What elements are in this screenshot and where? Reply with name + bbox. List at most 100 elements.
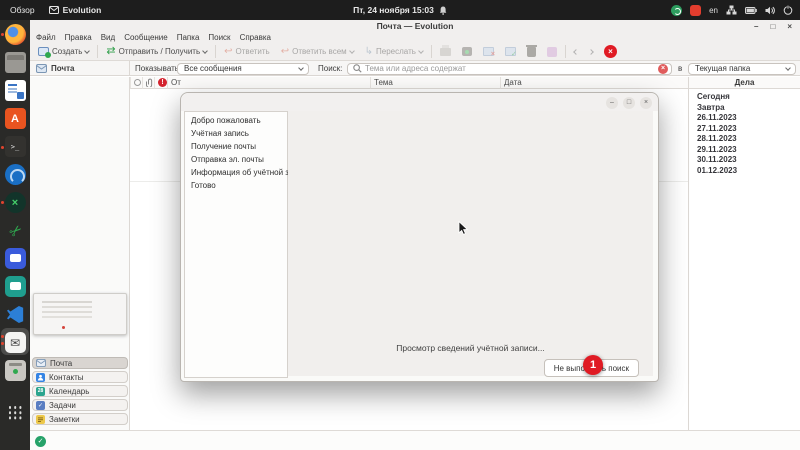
reply-all-button[interactable]: ↩ Ответить всем (278, 45, 357, 58)
switcher-tasks-button[interactable]: ✓ Задачи (32, 399, 128, 411)
task-group-row[interactable]: 26.11.2023 (689, 113, 800, 124)
next-message-button[interactable] (586, 48, 596, 56)
from-column-header[interactable]: От (168, 77, 371, 89)
online-status-icon[interactable]: ✓ (35, 436, 46, 447)
running-dot (1, 33, 4, 36)
menu-view[interactable]: Вид (101, 33, 115, 42)
toolbar: Создать ⇄ Отправить / Получить ↩ Ответит… (30, 43, 800, 61)
switcher-contacts-button[interactable]: Контакты (32, 371, 128, 383)
date-column-header[interactable]: Дата (501, 77, 688, 89)
activities-button[interactable]: Обзор (10, 5, 35, 15)
ubuntu-software-icon[interactable]: A (5, 108, 26, 129)
search-scope-dropdown[interactable]: Текущая папка (688, 63, 796, 75)
forward-icon: ↳ (365, 47, 373, 56)
desktop: Обзор Evolution Пт, 24 ноября 15:03 en (0, 0, 800, 450)
libreoffice-writer-icon[interactable] (5, 80, 26, 101)
evolution-dock-icon[interactable]: ✉ (5, 332, 26, 353)
contacts-icon (36, 373, 45, 382)
clear-search-icon[interactable]: × (658, 64, 668, 74)
folder-pane-spacer (30, 77, 130, 89)
messaging-app-icon[interactable] (5, 276, 26, 297)
vscode-icon[interactable] (5, 304, 26, 325)
tasks-pane-header: Дела (688, 77, 800, 89)
mail-app-icon (49, 6, 59, 14)
important-column-header[interactable]: ! (155, 77, 168, 89)
terminal-icon[interactable]: >_ (5, 136, 26, 157)
print-button[interactable] (437, 46, 454, 58)
chat-app-icon[interactable] (5, 248, 26, 269)
notification-bell-icon (439, 6, 447, 15)
attachment-column-header[interactable] (143, 77, 155, 89)
keyboard-layout-indicator[interactable]: en (709, 6, 718, 15)
wizard-step-sending: Отправка эл. почты (185, 153, 287, 166)
reply-button[interactable]: ↩ Ответить (221, 45, 273, 58)
dialog-titlebar[interactable]: – □ × (181, 93, 658, 111)
dialog-maximize-button[interactable]: □ (623, 97, 635, 109)
delete-button[interactable] (524, 45, 539, 59)
screenshot-tool-icon[interactable]: ✂ (0, 216, 30, 246)
switcher-calendar-button[interactable]: 28 Календарь (32, 385, 128, 397)
mail-header-label: Почта (51, 64, 74, 73)
menu-file[interactable]: Файл (36, 33, 56, 42)
mark-button[interactable] (544, 45, 560, 59)
archive-button[interactable] (459, 45, 475, 58)
clock-menu[interactable]: Пт, 24 ноября 15:03 (353, 0, 447, 20)
wired-network-icon (726, 5, 737, 15)
menu-search[interactable]: Поиск (208, 33, 230, 42)
folder-tree-pane[interactable]: Почта Контакты 28 Календарь ✓ Задачи (30, 89, 130, 430)
system-status-area[interactable]: en (671, 0, 793, 20)
files-icon[interactable] (5, 52, 26, 73)
minimize-button[interactable]: – (754, 20, 758, 33)
menu-help[interactable]: Справка (240, 33, 271, 42)
task-group-row[interactable]: 29.11.2023 (689, 145, 800, 156)
dialog-close-button[interactable]: × (640, 97, 652, 109)
menu-edit[interactable]: Правка (65, 33, 92, 42)
new-message-button[interactable]: Создать (35, 45, 92, 58)
annotation-badge-1[interactable]: 1 (583, 355, 603, 375)
subject-column-header[interactable]: Тема (371, 77, 501, 89)
task-group-row[interactable]: 27.11.2023 (689, 124, 800, 135)
menu-folder[interactable]: Папка (177, 33, 200, 42)
send-receive-icon: ⇄ (106, 47, 115, 56)
window-preview-thumbnail (33, 293, 127, 335)
terminal-prompt: >_ (11, 143, 19, 151)
send-receive-button[interactable]: ⇄ Отправить / Получить (103, 45, 210, 58)
window-titlebar[interactable]: Почта — Evolution – □ × (30, 20, 800, 32)
search-input[interactable] (365, 64, 655, 73)
close-button[interactable]: × (787, 20, 792, 33)
ubuntu-dock: A >_ × ✂ ✉ (0, 20, 30, 450)
switcher-mail-button[interactable]: Почта (32, 357, 128, 369)
separator (97, 45, 98, 58)
previous-message-button[interactable] (571, 48, 581, 56)
task-group-row[interactable]: 01.12.2023 (689, 166, 800, 177)
x2go-icon[interactable]: × (5, 192, 26, 213)
firefox-icon[interactable] (5, 24, 26, 45)
filter-search-bar: Почта Показывать: Все сообщения Поиск: ×… (30, 61, 800, 76)
mark-junk-button[interactable]: × (480, 45, 497, 58)
select-column-header[interactable] (130, 77, 143, 89)
switcher-memos-label: Заметки (49, 415, 80, 424)
green-app-indicator-icon[interactable] (671, 5, 682, 16)
remmina-icon[interactable] (5, 164, 26, 185)
tasks-pane[interactable]: Сегодня Завтра 26.11.2023 27.11.2023 28.… (688, 89, 800, 430)
cancel-operation-button[interactable]: × (601, 43, 620, 60)
task-group-row[interactable]: 30.11.2023 (689, 155, 800, 166)
task-group-row[interactable]: 28.11.2023 (689, 134, 800, 145)
task-group-row[interactable]: Завтра (689, 103, 800, 114)
trash-icon[interactable] (5, 360, 26, 381)
message-filter-dropdown[interactable]: Все сообщения (177, 63, 309, 75)
menu-message[interactable]: Сообщение (124, 33, 168, 42)
mark-not-junk-button[interactable]: ✓ (502, 45, 519, 58)
dialog-minimize-button[interactable]: – (606, 97, 618, 109)
memos-icon (36, 415, 45, 424)
app-grid-icon[interactable] (5, 402, 26, 423)
gnome-top-bar: Обзор Evolution Пт, 24 ноября 15:03 en (0, 0, 800, 20)
switcher-memos-button[interactable]: Заметки (32, 413, 128, 425)
task-group-row[interactable]: Сегодня (689, 92, 800, 103)
search-label: Поиск: (318, 61, 342, 76)
forward-button[interactable]: ↳ Переслать (362, 45, 426, 58)
red-app-indicator-icon[interactable] (690, 5, 701, 16)
focused-app-menu[interactable]: Evolution (49, 5, 102, 15)
maximize-button[interactable]: □ (770, 20, 775, 33)
search-entry[interactable]: × (347, 63, 672, 75)
